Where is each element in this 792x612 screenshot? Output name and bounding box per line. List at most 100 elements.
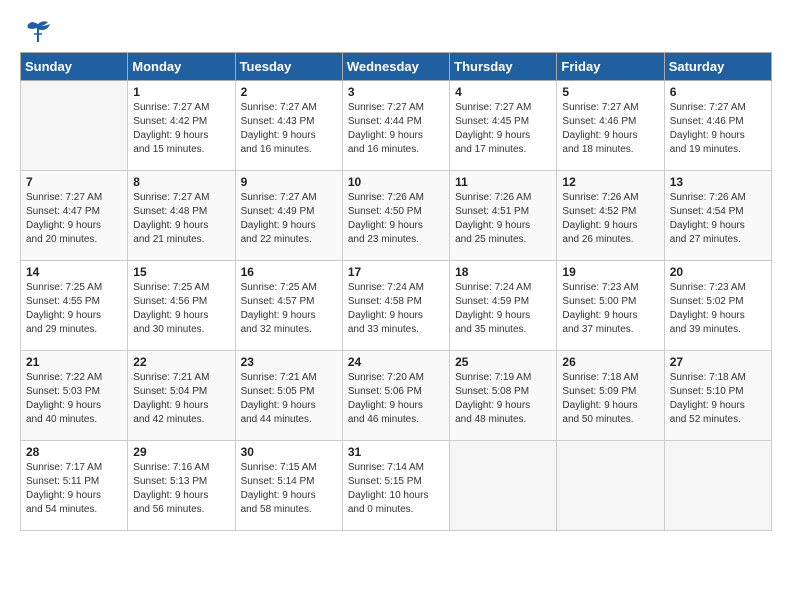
- day-header-sunday: Sunday: [21, 53, 128, 81]
- day-info: Sunrise: 7:21 AM Sunset: 5:05 PM Dayligh…: [241, 371, 337, 427]
- calendar-table: SundayMondayTuesdayWednesdayThursdayFrid…: [20, 52, 772, 531]
- day-info: Sunrise: 7:27 AM Sunset: 4:47 PM Dayligh…: [26, 191, 122, 247]
- calendar-day-cell: 23 Sunrise: 7:21 AM Sunset: 5:05 PM Dayli…: [235, 351, 342, 441]
- calendar-week-row: 7 Sunrise: 7:27 AM Sunset: 4:47 PM Daylig…: [21, 171, 772, 261]
- calendar-header-row: SundayMondayTuesdayWednesdayThursdayFrid…: [21, 53, 772, 81]
- day-number: 9: [241, 175, 337, 189]
- day-number: 28: [26, 445, 122, 459]
- day-info: Sunrise: 7:16 AM Sunset: 5:13 PM Dayligh…: [133, 461, 229, 517]
- day-info: Sunrise: 7:27 AM Sunset: 4:42 PM Dayligh…: [133, 101, 229, 157]
- day-number: 7: [26, 175, 122, 189]
- day-info: Sunrise: 7:22 AM Sunset: 5:03 PM Dayligh…: [26, 371, 122, 427]
- day-number: 22: [133, 355, 229, 369]
- calendar-day-cell: 20 Sunrise: 7:23 AM Sunset: 5:02 PM Dayli…: [664, 261, 771, 351]
- day-number: 5: [562, 85, 658, 99]
- day-info: Sunrise: 7:27 AM Sunset: 4:46 PM Dayligh…: [670, 101, 766, 157]
- calendar-day-cell: 29Sunrise: 7:16 AM Sunset: 5:13 PM Dayli…: [128, 441, 235, 531]
- day-info: Sunrise: 7:21 AM Sunset: 5:04 PM Dayligh…: [133, 371, 229, 427]
- calendar-day-cell: 8 Sunrise: 7:27 AM Sunset: 4:48 PM Daylig…: [128, 171, 235, 261]
- day-header-friday: Friday: [557, 53, 664, 81]
- day-number: 23: [241, 355, 337, 369]
- calendar-week-row: 14Sunrise: 7:25 AM Sunset: 4:55 PM Dayli…: [21, 261, 772, 351]
- logo-bird-icon: [24, 20, 52, 42]
- day-header-saturday: Saturday: [664, 53, 771, 81]
- calendar-day-cell: 31Sunrise: 7:14 AM Sunset: 5:15 PM Dayli…: [342, 441, 449, 531]
- day-header-monday: Monday: [128, 53, 235, 81]
- day-number: 4: [455, 85, 551, 99]
- day-number: 21: [26, 355, 122, 369]
- calendar-day-cell: 27Sunrise: 7:18 AM Sunset: 5:10 PM Dayli…: [664, 351, 771, 441]
- calendar-day-cell: [664, 441, 771, 531]
- calendar-day-cell: 6 Sunrise: 7:27 AM Sunset: 4:46 PM Daylig…: [664, 81, 771, 171]
- calendar-day-cell: 7 Sunrise: 7:27 AM Sunset: 4:47 PM Daylig…: [21, 171, 128, 261]
- calendar-day-cell: 21 Sunrise: 7:22 AM Sunset: 5:03 PM Dayli…: [21, 351, 128, 441]
- calendar-day-cell: 26Sunrise: 7:18 AM Sunset: 5:09 PM Dayli…: [557, 351, 664, 441]
- calendar-day-cell: 16 Sunrise: 7:25 AM Sunset: 4:57 PM Dayli…: [235, 261, 342, 351]
- calendar-day-cell: [21, 81, 128, 171]
- day-number: 17: [348, 265, 444, 279]
- day-number: 2: [241, 85, 337, 99]
- calendar-day-cell: 14Sunrise: 7:25 AM Sunset: 4:55 PM Dayli…: [21, 261, 128, 351]
- day-info: Sunrise: 7:26 AM Sunset: 4:52 PM Dayligh…: [562, 191, 658, 247]
- day-number: 6: [670, 85, 766, 99]
- day-number: 10: [348, 175, 444, 189]
- day-number: 12: [562, 175, 658, 189]
- day-info: Sunrise: 7:24 AM Sunset: 4:59 PM Dayligh…: [455, 281, 551, 337]
- day-number: 20: [670, 265, 766, 279]
- calendar-day-cell: 1 Sunrise: 7:27 AM Sunset: 4:42 PM Daylig…: [128, 81, 235, 171]
- logo: [20, 20, 52, 42]
- day-info: Sunrise: 7:26 AM Sunset: 4:54 PM Dayligh…: [670, 191, 766, 247]
- day-number: 16: [241, 265, 337, 279]
- day-info: Sunrise: 7:17 AM Sunset: 5:11 PM Dayligh…: [26, 461, 122, 517]
- day-info: Sunrise: 7:23 AM Sunset: 5:02 PM Dayligh…: [670, 281, 766, 337]
- calendar-day-cell: 12 Sunrise: 7:26 AM Sunset: 4:52 PM Dayli…: [557, 171, 664, 261]
- calendar-day-cell: 5 Sunrise: 7:27 AM Sunset: 4:46 PM Daylig…: [557, 81, 664, 171]
- day-number: 19: [562, 265, 658, 279]
- calendar-day-cell: 19Sunrise: 7:23 AM Sunset: 5:00 PM Dayli…: [557, 261, 664, 351]
- day-number: 25: [455, 355, 551, 369]
- calendar-day-cell: 15 Sunrise: 7:25 AM Sunset: 4:56 PM Dayli…: [128, 261, 235, 351]
- day-number: 11: [455, 175, 551, 189]
- calendar-day-cell: 3 Sunrise: 7:27 AM Sunset: 4:44 PM Daylig…: [342, 81, 449, 171]
- calendar-day-cell: 11 Sunrise: 7:26 AM Sunset: 4:51 PM Dayli…: [450, 171, 557, 261]
- day-number: 15: [133, 265, 229, 279]
- day-number: 1: [133, 85, 229, 99]
- calendar-day-cell: 13Sunrise: 7:26 AM Sunset: 4:54 PM Dayli…: [664, 171, 771, 261]
- calendar-day-cell: 9Sunrise: 7:27 AM Sunset: 4:49 PM Daylig…: [235, 171, 342, 261]
- day-info: Sunrise: 7:26 AM Sunset: 4:50 PM Dayligh…: [348, 191, 444, 247]
- calendar-day-cell: [450, 441, 557, 531]
- day-info: Sunrise: 7:27 AM Sunset: 4:48 PM Dayligh…: [133, 191, 229, 247]
- day-number: 8: [133, 175, 229, 189]
- day-header-thursday: Thursday: [450, 53, 557, 81]
- calendar-day-cell: 22 Sunrise: 7:21 AM Sunset: 5:04 PM Dayli…: [128, 351, 235, 441]
- day-info: Sunrise: 7:18 AM Sunset: 5:10 PM Dayligh…: [670, 371, 766, 427]
- day-header-tuesday: Tuesday: [235, 53, 342, 81]
- calendar-week-row: 1 Sunrise: 7:27 AM Sunset: 4:42 PM Daylig…: [21, 81, 772, 171]
- calendar-day-cell: 28 Sunrise: 7:17 AM Sunset: 5:11 PM Dayli…: [21, 441, 128, 531]
- day-number: 30: [241, 445, 337, 459]
- day-info: Sunrise: 7:26 AM Sunset: 4:51 PM Dayligh…: [455, 191, 551, 247]
- day-info: Sunrise: 7:20 AM Sunset: 5:06 PM Dayligh…: [348, 371, 444, 427]
- calendar-day-cell: 30 Sunrise: 7:15 AM Sunset: 5:14 PM Dayli…: [235, 441, 342, 531]
- day-info: Sunrise: 7:14 AM Sunset: 5:15 PM Dayligh…: [348, 461, 444, 517]
- day-number: 24: [348, 355, 444, 369]
- day-number: 14: [26, 265, 122, 279]
- day-info: Sunrise: 7:25 AM Sunset: 4:56 PM Dayligh…: [133, 281, 229, 337]
- day-info: Sunrise: 7:24 AM Sunset: 4:58 PM Dayligh…: [348, 281, 444, 337]
- calendar-day-cell: 18 Sunrise: 7:24 AM Sunset: 4:59 PM Dayli…: [450, 261, 557, 351]
- day-info: Sunrise: 7:27 AM Sunset: 4:44 PM Dayligh…: [348, 101, 444, 157]
- day-info: Sunrise: 7:25 AM Sunset: 4:57 PM Dayligh…: [241, 281, 337, 337]
- day-info: Sunrise: 7:27 AM Sunset: 4:46 PM Dayligh…: [562, 101, 658, 157]
- day-number: 3: [348, 85, 444, 99]
- calendar-day-cell: 4 Sunrise: 7:27 AM Sunset: 4:45 PM Daylig…: [450, 81, 557, 171]
- calendar-day-cell: 2 Sunrise: 7:27 AM Sunset: 4:43 PM Daylig…: [235, 81, 342, 171]
- day-info: Sunrise: 7:27 AM Sunset: 4:43 PM Dayligh…: [241, 101, 337, 157]
- day-info: Sunrise: 7:15 AM Sunset: 5:14 PM Dayligh…: [241, 461, 337, 517]
- calendar-day-cell: 10 Sunrise: 7:26 AM Sunset: 4:50 PM Dayli…: [342, 171, 449, 261]
- day-header-wednesday: Wednesday: [342, 53, 449, 81]
- day-number: 18: [455, 265, 551, 279]
- calendar-day-cell: 24 Sunrise: 7:20 AM Sunset: 5:06 PM Dayli…: [342, 351, 449, 441]
- day-info: Sunrise: 7:27 AM Sunset: 4:45 PM Dayligh…: [455, 101, 551, 157]
- day-number: 26: [562, 355, 658, 369]
- calendar-day-cell: [557, 441, 664, 531]
